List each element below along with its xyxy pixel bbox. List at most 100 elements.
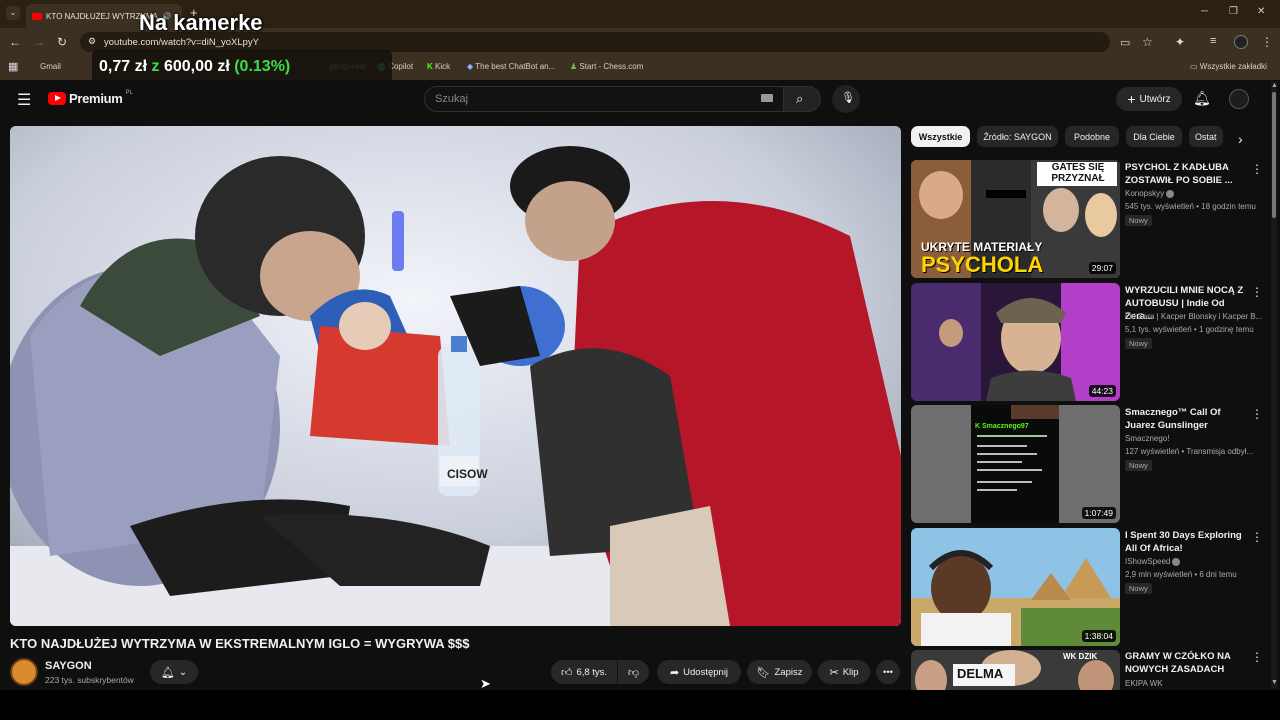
more-vertical-icon[interactable]: ⋮ [1251,530,1263,544]
hamburger-menu-icon[interactable]: ☰ [17,90,31,110]
clip-button[interactable]: ✂ Klip [818,660,870,684]
search-button[interactable]: ⌕ [783,86,821,112]
share-button[interactable]: ➦ Udostępnij [657,660,741,684]
bookmark-star-icon[interactable]: ☆ [1142,35,1153,49]
video-title[interactable]: I Spent 30 Days Exploring All Of Africa! [1125,529,1249,555]
save-button[interactable]: 🔖︎ Zapisz [747,660,812,684]
account-avatar[interactable] [1229,89,1249,109]
more-vertical-icon[interactable]: ⋮ [1251,285,1263,299]
like-button[interactable]: 👍︎ 6,8 tys. [551,660,617,684]
back-button[interactable]: ← [9,35,21,49]
list-item[interactable]: K Smacznego97 1:07:49 Smacznego™ Call Of… [911,405,1266,523]
save-label: Zapisz [774,666,803,678]
more-vertical-icon[interactable]: ⋮ [1251,407,1263,421]
scroll-up-icon[interactable]: ▲ [1271,82,1278,89]
cast-icon[interactable]: ▭ [1120,36,1130,49]
site-info-icon[interactable]: ⚙ [88,36,96,47]
channel-avatar[interactable] [10,658,38,686]
bookmark-gmail[interactable]: Gmail [40,62,61,71]
video-thumbnail[interactable]: DELMA WK DZIK [911,650,1120,690]
keyboard-icon[interactable] [761,94,773,102]
voice-search-button[interactable]: 🎙 [832,85,860,113]
chips-next-icon[interactable]: › [1238,131,1243,147]
video-thumbnail[interactable]: K Smacznego97 1:07:49 [911,405,1120,523]
video-title[interactable]: PSYCHOL Z KADŁUBA ZOSTAWIŁ PO SOBIE ... [1125,161,1249,187]
video-thumbnail[interactable]: 44:23 [911,283,1120,401]
video-thumbnail[interactable]: GATES SIĘ PRZYZNAŁ UKRYTE MATERIAŁY PSYC… [911,160,1120,278]
channel-name[interactable]: Smacznego! [1125,434,1169,443]
minimize-button[interactable]: ─ [1201,6,1208,17]
scrollbar-thumb[interactable] [1272,92,1276,218]
subscription-notify-button[interactable]: 🔔︎ ⌄ [150,660,198,684]
chip-recent[interactable]: Ostat [1189,126,1223,147]
chip-source[interactable]: Źródło: SAYGON [977,126,1058,147]
thumbnail-tag: DELMA [957,666,1004,681]
verified-icon [1172,557,1181,566]
channel-label: Konopskyy [1125,189,1165,198]
video-meta: 127 wyświetleń • Transmisja odbył... [1125,447,1254,456]
channel-name[interactable]: SAYGON [45,660,92,672]
youtube-favicon-icon [32,12,42,20]
chip-label: Wszystkie [918,131,963,142]
bookmark-label: The best ChatBot an... [475,62,556,71]
more-vertical-icon[interactable]: ⋮ [1251,162,1263,176]
list-item[interactable]: 1:38:04 I Spent 30 Days Exploring All Of… [911,528,1266,646]
list-item[interactable]: DELMA WK DZIK GRAMY W CZÓŁKO NA NOWYCH Z… [911,650,1266,690]
bottle-label: CISOW [447,467,488,481]
scissors-icon: ✂ [829,666,839,679]
chip-similar[interactable]: Podobne [1065,126,1119,147]
microphone-icon: 🎙 [841,92,855,104]
chip-all[interactable]: Wszystkie [911,126,970,147]
profile-avatar[interactable] [1234,35,1248,49]
search-input[interactable]: Szukaj [424,86,784,112]
video-title[interactable]: Smacznego™ Call Of Juarez Gunslinger [1125,406,1249,432]
video-title: KTO NAJDŁUŻEJ WYTRZYMA W EKSTREMALNYM IG… [10,636,470,651]
list-item[interactable]: 44:23 WYRZUCILI MNIE NOCĄ Z AUTOBUSU | I… [911,283,1266,401]
bookmark-label: Start - Chess.com [579,62,644,71]
video-player[interactable]: CISOW [10,126,901,626]
close-window-button[interactable]: ✕ [1257,6,1265,17]
restore-button[interactable]: ❐ [1229,6,1238,17]
thumbnail-logo: WK DZIK [1063,652,1098,661]
logo-country: PL [125,89,133,96]
more-vertical-icon[interactable]: ⋮ [1251,650,1263,664]
new-badge: Nowy [1125,460,1152,471]
ticker-sep: z [151,58,160,75]
create-label: Utwórz [1139,93,1171,105]
channel-name[interactable]: EKIPA WK [1125,679,1163,688]
reload-button[interactable]: ↻ [57,35,67,49]
chip-label: Ostat [1195,131,1217,142]
video-title[interactable]: GRAMY W CZÓŁKO NA NOWYCH ZASADACH [1125,650,1249,676]
bookmark-kick[interactable]: K Kick [427,62,450,71]
notifications-bell-icon[interactable]: 🔔︎ [1193,90,1211,107]
chip-for-you[interactable]: Dla Ciebie [1126,126,1182,147]
all-bookmarks-folder[interactable]: ▭ Wszystkie zakładki [1190,62,1267,71]
channel-name[interactable]: IShowSpeed [1125,557,1181,566]
tab-search-button[interactable]: ⌄ [6,6,20,20]
extensions-icon[interactable]: ✦ [1175,35,1185,49]
video-thumbnail[interactable]: 1:38:04 [911,528,1120,646]
bookmark-label: Gmail [40,62,61,71]
bookmark-label: Kick [435,62,451,71]
more-horizontal-icon: ••• [883,666,893,678]
channel-label: IShowSpeed [1125,557,1171,566]
scroll-down-icon[interactable]: ▼ [1271,679,1278,686]
new-badge: Nowy [1125,583,1152,594]
chip-label: Dla Ciebie [1133,131,1175,142]
more-actions-button[interactable]: ••• [876,660,900,684]
donation-ticker: 0,77 zł z 600,00 zł (0.13%) [99,58,290,76]
bookmark-chatbot[interactable]: ◆ The best ChatBot an... [467,62,555,71]
thumbs-down-icon: 👎︎ [627,666,640,679]
browser-menu-icon[interactable]: ⋮ [1261,35,1273,49]
bookmark-chess[interactable]: ♟ Start - Chess.com [570,62,643,71]
media-controls-icon[interactable]: ≡ [1210,35,1216,47]
forward-button[interactable]: → [33,35,45,49]
channel-name[interactable]: Od Zera | Kacper Blonsky i Kacper B... [1125,312,1262,321]
video-meta: 5,1 tys. wyświetleń • 1 godzinę temu [1125,325,1254,334]
create-button[interactable]: + Utwórz [1116,87,1182,111]
youtube-premium-logo[interactable]: Premium PL [48,89,133,106]
apps-grid-icon[interactable]: ▦ [8,60,18,73]
channel-name[interactable]: Konopskyy [1125,189,1175,198]
list-item[interactable]: GATES SIĘ PRZYZNAŁ UKRYTE MATERIAŁY PSYC… [911,160,1266,278]
dislike-button[interactable]: 👎︎ [618,660,649,684]
